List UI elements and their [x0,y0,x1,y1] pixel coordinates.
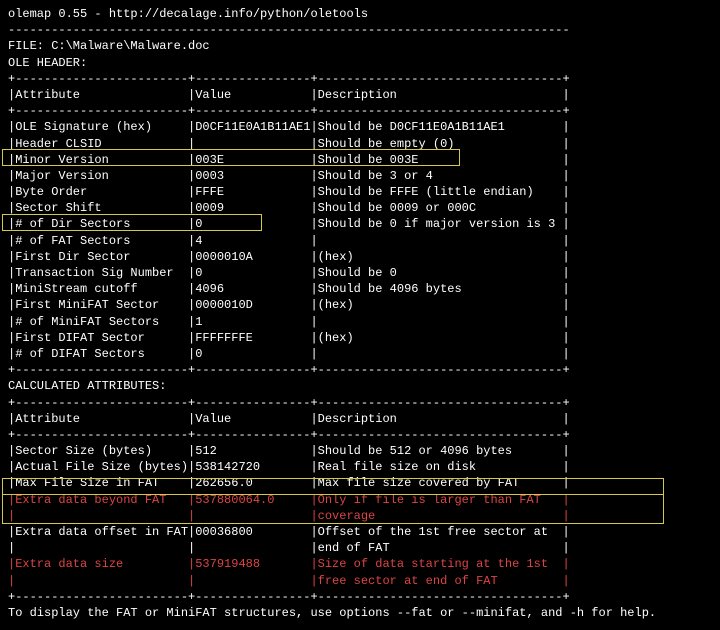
file-line: FILE: C:\Malware\Malware.doc [8,38,712,54]
table2-header: |Attribute |Value |Description | [8,411,712,427]
table2-row: |Sector Size (bytes) |512 |Should be 512… [8,443,712,459]
table1-row: |# of FAT Sectors |4 | | [8,233,712,249]
table1-row: |# of Dir Sectors |0 |Should be 0 if maj… [8,216,712,232]
table2-row-cont: | | |end of FAT | [8,540,712,556]
table2-row: |Extra data size |537919488 |Size of dat… [8,556,712,572]
table2-row: |Extra data offset in FAT|00036800 |Offs… [8,524,712,540]
table2-row: |Max File Size in FAT |262656.0 |Max fil… [8,475,712,491]
table1-row: |# of DIFAT Sectors |0 | | [8,346,712,362]
table1-row: |OLE Signature (hex) |D0CF11E0A1B11AE1|S… [8,119,712,135]
terminal-output: olemap 0.55 - http://decalage.info/pytho… [8,6,712,621]
table1-row: |Byte Order |FFFE |Should be FFFE (littl… [8,184,712,200]
table1-row: |# of MiniFAT Sectors |1 | | [8,314,712,330]
table2-row-cont: | | |free sector at end of FAT | [8,573,712,589]
section-ole-header: OLE HEADER: [8,55,712,71]
table1-row: |First MiniFAT Sector |0000010D |(hex) | [8,297,712,313]
table1-row: |Header CLSID | |Should be empty (0) | [8,136,712,152]
table1-row: |Sector Shift |0009 |Should be 0009 or 0… [8,200,712,216]
table2-row-cont: | | |coverage | [8,508,712,524]
tool-header: olemap 0.55 - http://decalage.info/pytho… [8,6,712,22]
footer-hint: To display the FAT or MiniFAT structures… [8,605,712,621]
table1-row: |Minor Version |003E |Should be 003E | [8,152,712,168]
table1-row: |Major Version |0003 |Should be 3 or 4 | [8,168,712,184]
table1-header: |Attribute |Value |Description | [8,87,712,103]
table1-row: |Transaction Sig Number |0 |Should be 0 … [8,265,712,281]
table2-row: |Extra data beyond FAT |537880064.0 |Onl… [8,492,712,508]
table1-row: |MiniStream cutoff |4096 |Should be 4096… [8,281,712,297]
section-calc-attrs: CALCULATED ATTRIBUTES: [8,378,712,394]
table1-row: |First DIFAT Sector |FFFFFFFE |(hex) | [8,330,712,346]
table1-row: |First Dir Sector |0000010A |(hex) | [8,249,712,265]
table2-row: |Actual File Size (bytes)|538142720 |Rea… [8,459,712,475]
